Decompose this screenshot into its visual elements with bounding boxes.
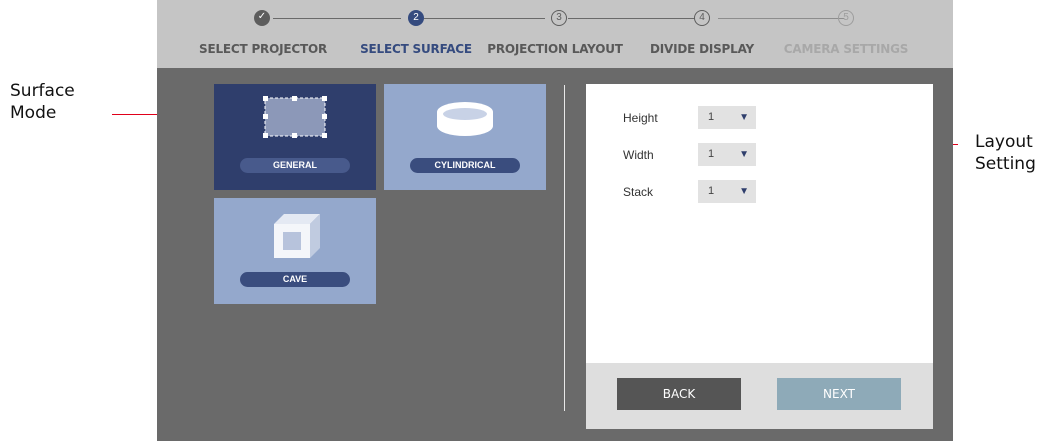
chevron-down-icon: ▼: [739, 186, 749, 197]
wizard-stepper: ✓ SELECT PROJECTOR 2 SELECT SURFACE 3 PR…: [157, 0, 953, 68]
step-2-label[interactable]: SELECT SURFACE: [360, 42, 472, 56]
surface-wizard-window: ✓ SELECT PROJECTOR 2 SELECT SURFACE 3 PR…: [157, 0, 953, 441]
back-button[interactable]: BACK: [617, 378, 741, 410]
width-label: Width: [623, 148, 654, 162]
rectangle-grid-icon: [263, 96, 327, 138]
next-button[interactable]: NEXT: [777, 378, 901, 410]
height-label: Height: [623, 111, 658, 125]
height-value: 1: [708, 111, 715, 123]
height-select[interactable]: 1 ▼: [698, 106, 756, 129]
width-select[interactable]: 1 ▼: [698, 143, 756, 166]
step-2-indicator[interactable]: 2: [408, 10, 424, 26]
step-connector: [273, 18, 401, 19]
surface-card-cave[interactable]: CAVE: [214, 198, 376, 304]
surface-card-general[interactable]: GENERAL: [214, 84, 376, 190]
step-3-label[interactable]: PROJECTION LAYOUT: [487, 42, 623, 56]
annotation-layout-setting: Layout Setting: [975, 132, 1036, 174]
step-4-label[interactable]: DIVIDE DISPLAY: [650, 42, 754, 56]
panel-footer: BACK NEXT: [586, 363, 933, 429]
annotation-surface-mode: Surface Mode: [10, 81, 75, 123]
surface-card-cave-label: CAVE: [240, 272, 350, 287]
cylinder-icon: [437, 102, 493, 136]
step-4-indicator[interactable]: 4: [694, 10, 710, 26]
panel-divider: [564, 85, 565, 411]
layout-settings-panel: Height 1 ▼ Width 1 ▼ Stack 1 ▼ BACK NEXT: [586, 84, 933, 429]
stack-value: 1: [708, 185, 715, 197]
chevron-down-icon: ▼: [739, 112, 749, 123]
width-value: 1: [708, 148, 715, 160]
cube-icon: [274, 214, 320, 258]
surface-card-cylindrical[interactable]: CYLINDRICAL: [384, 84, 546, 190]
step-3-indicator[interactable]: 3: [551, 10, 567, 26]
step-1-check-icon[interactable]: ✓: [254, 10, 270, 26]
surface-card-general-label: GENERAL: [240, 158, 350, 173]
step-connector: [568, 18, 695, 19]
step-1-label[interactable]: SELECT PROJECTOR: [199, 42, 327, 56]
step-connector: [424, 18, 545, 19]
step-5-indicator: 5: [838, 10, 854, 26]
surface-card-cylindrical-label: CYLINDRICAL: [410, 158, 520, 173]
stack-label: Stack: [623, 185, 654, 199]
step-connector: [718, 18, 844, 19]
step-5-label: CAMERA SETTINGS: [783, 42, 909, 56]
chevron-down-icon: ▼: [739, 149, 749, 160]
stack-select[interactable]: 1 ▼: [698, 180, 756, 203]
